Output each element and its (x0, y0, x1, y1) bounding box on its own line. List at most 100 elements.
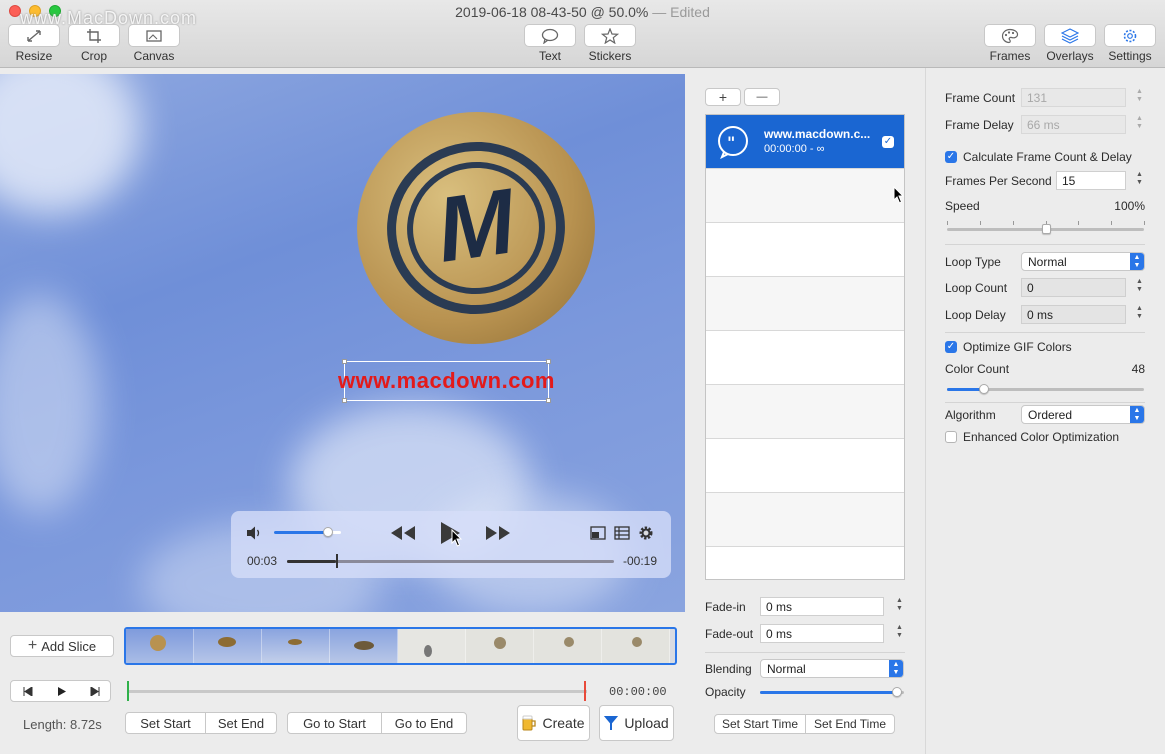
enhanced-optimization-label: Enhanced Color Optimization (963, 430, 1120, 444)
set-end-time-button[interactable]: Set End Time (805, 714, 895, 734)
optimize-colors-checkbox[interactable]: ✓ (945, 341, 957, 353)
gear-icon (1123, 29, 1137, 42)
app-window: www.MacDown.com 2019-06-18 08-43-50 @ 50… (0, 0, 1165, 754)
frame-thumbnail[interactable] (194, 629, 262, 663)
opacity-knob[interactable] (892, 687, 902, 697)
list-item (706, 277, 904, 331)
filmstrip[interactable] (124, 627, 677, 665)
pip-icon[interactable] (590, 526, 606, 540)
beer-icon (522, 715, 537, 731)
fast-forward-icon[interactable] (485, 525, 511, 541)
frame-thumbnail[interactable] (262, 629, 330, 663)
color-count-value: 48 (1131, 362, 1145, 376)
calculate-checkbox[interactable]: ✓ (945, 151, 957, 163)
set-end-button[interactable]: Set End (205, 712, 277, 734)
loop-count-stepper[interactable]: ▲ ▼ (1134, 278, 1145, 297)
go-to-end-button[interactable]: Go to End (381, 712, 467, 734)
list-item (706, 493, 904, 547)
play-icon[interactable] (57, 687, 66, 696)
settings-panel: Frame Count 131 ▲ ▼ Frame Delay 66 ms ▲ ▼ … (925, 68, 1165, 754)
frame-thumbnail[interactable] (126, 629, 194, 663)
resize-button[interactable] (8, 24, 60, 47)
volume-fill (274, 531, 328, 534)
frame-count-label: Frame Count (945, 91, 1016, 105)
set-start-button[interactable]: Set Start (125, 712, 206, 734)
plus-icon: + (27, 637, 38, 654)
resize-handle[interactable] (546, 359, 551, 364)
list-icon[interactable] (614, 526, 630, 540)
frame-thumbnail[interactable] (398, 629, 466, 663)
loop-count-field[interactable]: 0 (1021, 278, 1126, 297)
cloud (0, 294, 100, 514)
text-overlay[interactable]: www.macdown.com (338, 359, 554, 403)
resize-handle[interactable] (342, 398, 347, 403)
text-overlay-content: www.macdown.com (338, 368, 555, 393)
preview-canvas[interactable]: M www.macdown.com 00:03 -00:19 (0, 74, 685, 612)
upload-button[interactable]: Upload (599, 705, 674, 741)
end-marker[interactable] (584, 681, 586, 701)
loop-type-select[interactable]: Normal ▲ ▼ (1021, 252, 1145, 271)
set-start-time-button[interactable]: Set Start Time (714, 714, 806, 734)
text-overlay-icon: " (718, 126, 748, 159)
resize-icon (27, 29, 41, 42)
text-button[interactable] (524, 24, 576, 47)
speed-knob[interactable] (1041, 224, 1051, 234)
opacity-label: Opacity (705, 685, 746, 699)
gear-icon[interactable] (638, 525, 654, 541)
enhanced-optimization-checkbox[interactable] (945, 431, 957, 443)
go-to-start-button[interactable]: Go to Start (287, 712, 382, 734)
algorithm-select[interactable]: Ordered ▲ ▼ (1021, 405, 1145, 424)
rewind-icon[interactable] (390, 525, 416, 541)
frames-button[interactable] (984, 24, 1036, 47)
volume-icon[interactable] (245, 525, 263, 541)
skip-back-icon[interactable] (23, 687, 33, 696)
layers-icon (1061, 27, 1079, 44)
crop-button[interactable] (68, 24, 120, 47)
add-slice-button[interactable]: + Add Slice (10, 635, 114, 657)
timeline-track[interactable] (127, 681, 587, 701)
frame-thumbnail[interactable] (534, 629, 602, 663)
overlay-enabled-checkbox[interactable]: ✓ (882, 136, 894, 148)
fps-field[interactable]: 15 (1056, 171, 1126, 190)
palette-icon (1001, 28, 1019, 43)
fade-in-field[interactable]: 0 ms (760, 597, 884, 616)
add-overlay-button[interactable]: + (705, 88, 741, 106)
start-marker[interactable] (127, 681, 129, 701)
fade-out-field[interactable]: 0 ms (760, 624, 884, 643)
list-item (706, 331, 904, 385)
blending-select[interactable]: Normal ▲ ▼ (760, 659, 904, 678)
frame-thumbnail[interactable] (466, 629, 534, 663)
remove-overlay-button[interactable]: — (744, 88, 780, 106)
upload-icon (604, 716, 619, 730)
fade-out-stepper[interactable]: ▲ ▼ (894, 624, 905, 643)
overlays-button[interactable] (1044, 24, 1096, 47)
fade-in-stepper[interactable]: ▲ ▼ (894, 597, 905, 616)
algorithm-label: Algorithm (945, 408, 996, 422)
scrubber-knob[interactable] (336, 554, 338, 568)
upload-label: Upload (624, 715, 669, 731)
frame-thumbnail[interactable] (602, 629, 670, 663)
fps-stepper[interactable]: ▲ ▼ (1134, 171, 1145, 190)
resize-handle[interactable] (342, 359, 347, 364)
divider (945, 332, 1145, 333)
volume-knob[interactable] (323, 527, 333, 537)
transport-controls (10, 680, 111, 702)
skip-forward-icon[interactable] (90, 687, 100, 696)
create-button[interactable]: Create (517, 705, 590, 741)
stickers-button[interactable] (584, 24, 636, 47)
resize-handle[interactable] (546, 398, 551, 403)
list-item (706, 439, 904, 493)
loop-delay-stepper[interactable]: ▲ ▼ (1134, 305, 1145, 324)
frame-thumbnail[interactable] (330, 629, 398, 663)
calculate-label: Calculate Frame Count & Delay (963, 150, 1132, 164)
speed-tick (947, 221, 948, 225)
canvas-button[interactable] (128, 24, 180, 47)
list-item[interactable]: " www.macdown.c... 00:00:00 - ∞ ✓ (706, 115, 904, 169)
star-icon (601, 27, 619, 44)
settings-label: Settings (1108, 49, 1152, 63)
loop-delay-field[interactable]: 0 ms (1021, 305, 1126, 324)
opacity-fill (760, 691, 897, 694)
settings-button[interactable] (1104, 24, 1156, 47)
color-count-knob[interactable] (979, 384, 989, 394)
divider (945, 402, 1145, 403)
